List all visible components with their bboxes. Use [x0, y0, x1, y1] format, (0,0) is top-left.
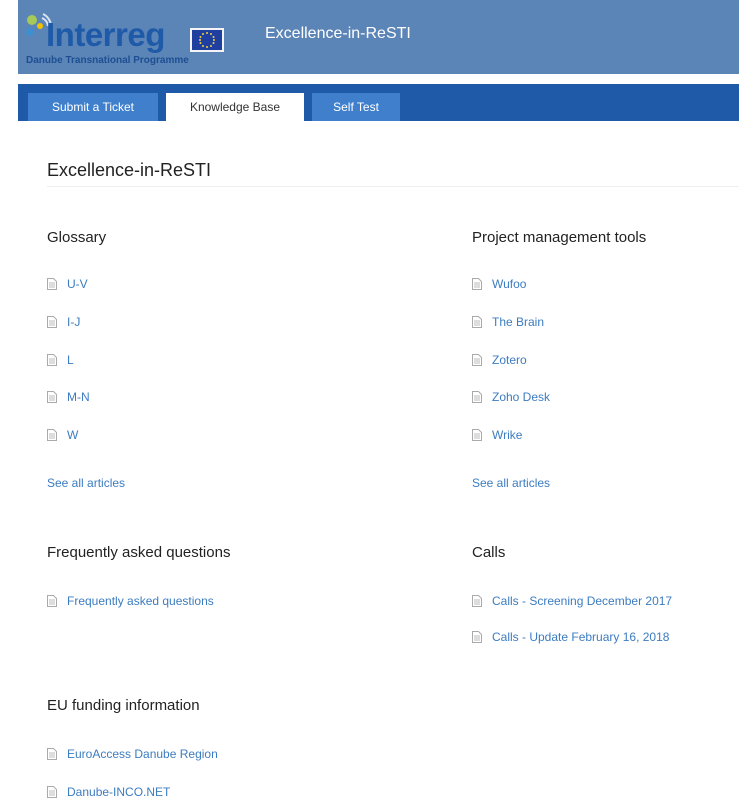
article-link[interactable]: Frequently asked questions [47, 592, 214, 610]
article-link[interactable]: Danube-INCO.NET [47, 783, 170, 801]
article-title: Frequently asked questions [67, 594, 214, 608]
article-title: Danube-INCO.NET [67, 785, 171, 799]
page-title: Excellence-in-ReSTI [47, 160, 212, 180]
article-title: Zoho Desk [492, 390, 551, 404]
document-icon [47, 391, 57, 403]
document-icon [47, 354, 57, 366]
article-title: Calls - Screening December 2017 [492, 594, 673, 608]
title-divider [47, 186, 739, 187]
article-link[interactable]: The Brain [472, 313, 544, 331]
document-icon [472, 278, 482, 290]
article-title: Calls - Update February 16, 2018 [492, 630, 670, 644]
section-title-glossary: Glossary [47, 229, 107, 246]
article-link[interactable]: Wrike [472, 426, 522, 444]
document-icon [47, 429, 57, 441]
portal-header: Interreg Danube Transnational Programme … [18, 0, 739, 74]
section-title-calls: Calls [472, 544, 506, 561]
document-icon [47, 786, 57, 798]
tab-submit-ticket[interactable]: Submit a Ticket [28, 93, 158, 121]
tab-bar: Submit a Ticket Knowledge Base Self Test [18, 84, 739, 121]
article-title: Wrike [492, 428, 523, 442]
article-title: EuroAccess Danube Region [67, 747, 218, 761]
article-link[interactable]: Wufoo [472, 275, 526, 293]
article-link[interactable]: W [47, 426, 78, 444]
document-icon [472, 354, 482, 366]
article-title: W [67, 428, 79, 442]
document-icon [472, 595, 482, 607]
article-title: M-N [67, 390, 90, 404]
portal-title: Excellence-in-ReSTI [265, 25, 411, 42]
article-link[interactable]: M-N [47, 388, 90, 406]
article-link[interactable]: Zoho Desk [472, 388, 550, 406]
document-icon [472, 316, 482, 328]
interreg-logo[interactable]: Interreg Danube Transnational Programme [24, 12, 236, 72]
see-all-articles-link[interactable]: See all articles [47, 476, 125, 490]
document-icon [472, 391, 482, 403]
section-title-eu-funding: EU funding information [47, 697, 200, 714]
logo-wordmark: Interreg [46, 16, 165, 53]
article-link[interactable]: Calls - Update February 16, 2018 [472, 628, 669, 646]
article-link[interactable]: L [47, 351, 74, 369]
document-icon [472, 429, 482, 441]
article-title: U-V [67, 277, 88, 291]
article-link[interactable]: U-V [47, 275, 88, 293]
tab-self-test[interactable]: Self Test [312, 93, 400, 121]
article-link[interactable]: EuroAccess Danube Region [47, 745, 218, 763]
article-link[interactable]: Calls - Screening December 2017 [472, 592, 672, 610]
article-title: Wufoo [492, 277, 527, 291]
eu-flag-icon [190, 28, 224, 52]
article-link[interactable]: I-J [47, 313, 80, 331]
tab-knowledge-base[interactable]: Knowledge Base [166, 93, 304, 121]
section-title-project-tools: Project management tools [472, 229, 647, 246]
article-title: L [67, 353, 74, 367]
document-icon [47, 278, 57, 290]
document-icon [47, 748, 57, 760]
article-title: The Brain [492, 315, 545, 329]
section-title-faq: Frequently asked questions [47, 544, 231, 561]
article-title: I-J [67, 315, 81, 329]
logo-subtitle: Danube Transnational Programme [26, 55, 189, 66]
see-all-articles-link[interactable]: See all articles [472, 476, 550, 490]
article-title: Zotero [492, 353, 527, 367]
document-icon [47, 595, 57, 607]
document-icon [47, 316, 57, 328]
article-link[interactable]: Zotero [472, 351, 527, 369]
document-icon [472, 631, 482, 643]
